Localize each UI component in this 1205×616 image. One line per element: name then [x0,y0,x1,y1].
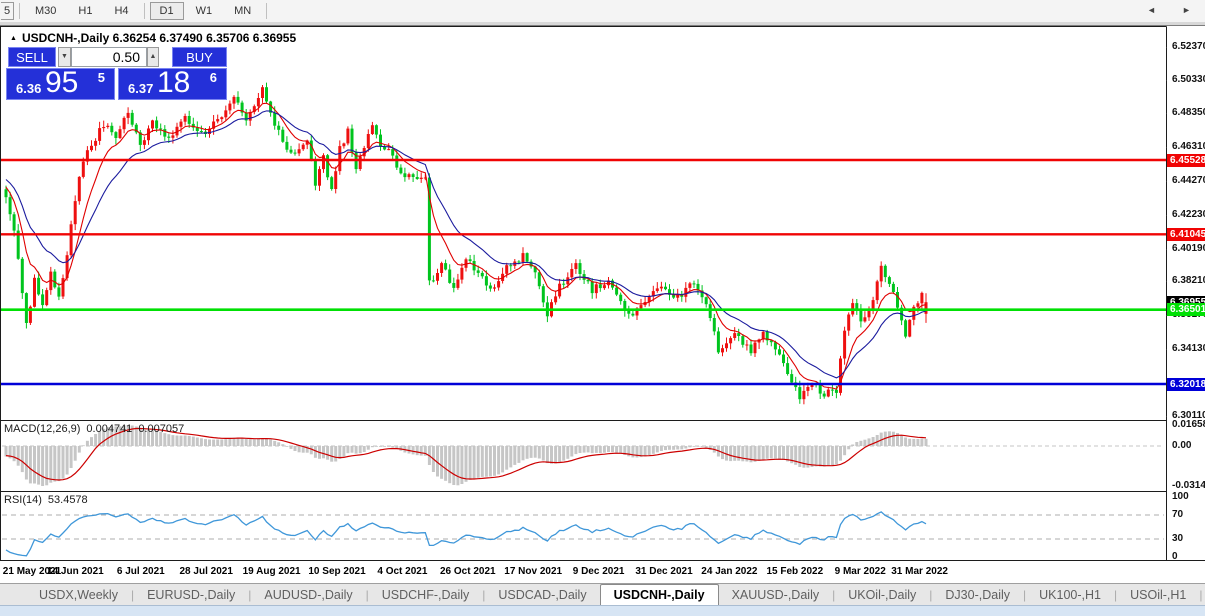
date-axis-label: 28 Jul 2021 [180,566,233,577]
price-axis-tick: 6.52370 [1172,41,1205,52]
price-axis-tick: 6.48350 [1172,107,1205,118]
date-axis-label: 10 Sep 2021 [308,566,365,577]
price-axis-tick: 6.34130 [1172,343,1205,354]
date-axis-label: 31 Dec 2021 [635,566,692,577]
trading-terminal: 5M30H1H4D1W1MN ▲USDCNH-,Daily 6.36254 6.… [0,0,1205,616]
chart-tab-usdcad-daily[interactable]: USDCAD-,Daily [485,585,599,605]
rsi-axis-tick: 0 [1172,551,1178,562]
date-axis-label: 6 Jul 2021 [117,566,165,577]
date-axis-label: 9 Mar 2022 [835,566,886,577]
buy-price-display[interactable]: 6.37 18 6 [118,68,227,100]
chart-tab-usdchf-daily[interactable]: USDCHF-,Daily [369,585,483,605]
price-axis[interactable]: 6.52370 6.50330 6.48350 6.46310 6.44270 6.422… [1167,26,1205,560]
buy-price-pips: 18 [157,66,190,100]
price-axis-tick: 6.44270 [1172,175,1205,186]
buy-price-point: 6 [210,70,217,85]
level-price-tag: 6.32018 [1167,378,1205,391]
chart-tab-eurusd-daily[interactable]: EURUSD-,Daily [134,585,248,605]
macd-axis-tick: -0.031423 [1172,480,1205,491]
price-axis-tick: 6.50330 [1172,74,1205,85]
chart-tab-xauusd-daily[interactable]: XAUUSD-,Daily [719,585,833,605]
volume-input[interactable]: 0.50 [71,47,147,67]
date-axis-label: 14 Jun 2021 [47,566,104,577]
price-axis-tick: 6.40190 [1172,243,1205,254]
rsi-axis-tick: 30 [1172,533,1183,544]
one-click-trading-panel: SELL ▼ 0.50 ▲ BUY 6.36 95 5 6.37 18 6 [6,44,228,102]
chart-ohlc-values: 6.36254 6.37490 6.35706 6.36955 [113,31,297,45]
level-price-tag: 6.45528 [1167,154,1205,167]
chart-tab-ukoil-daily[interactable]: UKOil-,Daily [835,585,929,605]
macd-axis-tick: 0.016586 [1172,419,1205,430]
date-axis-label: 4 Oct 2021 [377,566,427,577]
sell-price-pips: 95 [45,66,78,100]
date-axis[interactable]: 21 May 202114 Jun 20216 Jul 202128 Jul 2… [0,561,1205,583]
rsi-axis-tick: 70 [1172,509,1183,520]
rsi-axis-tick: 100 [1172,491,1189,502]
price-axis-tick: 6.38210 [1172,275,1205,286]
level-price-tag: 6.36501 [1167,303,1205,316]
chart-tab-usoil-h1[interactable]: USOil-,H1 [1117,585,1199,605]
macd-title: MACD(12,26,9) [4,423,80,435]
chart-tab-usdx-weekly[interactable]: USDX,Weekly [26,585,131,605]
date-axis-label: 17 Nov 2021 [504,566,562,577]
sell-price-display[interactable]: 6.36 95 5 [6,68,115,100]
buy-price-main: 6.37 [128,81,153,96]
date-axis-label: 15 Feb 2022 [766,566,823,577]
macd-value: 0.004741 [86,423,132,435]
date-axis-label: 19 Aug 2021 [243,566,301,577]
date-axis-label: 24 Jan 2022 [701,566,757,577]
macd-signal-value: 0.007057 [138,423,184,435]
tab-scroll-left-icon[interactable]: ◄ [1147,5,1156,15]
sell-price-point: 5 [98,70,105,85]
sell-button[interactable]: SELL [8,47,56,67]
rsi-indicator-header: RSI(14) 53.4578 [4,494,94,506]
level-price-tag: 6.41045 [1167,228,1205,241]
price-axis-tick: 6.46310 [1172,141,1205,152]
rsi-title: RSI(14) [4,494,42,506]
chart-tab-audusd-daily[interactable]: AUDUSD-,Daily [251,585,365,605]
macd-axis-tick: 0.00 [1172,440,1191,451]
price-axis-tick: 6.42230 [1172,209,1205,220]
buy-button[interactable]: BUY [172,47,227,67]
sell-price-main: 6.36 [16,81,41,96]
volume-increase-button[interactable]: ▲ [147,47,159,67]
volume-decrease-button[interactable]: ▼ [58,47,71,67]
chart-tab-dj30-daily[interactable]: DJ30-,Daily [932,585,1023,605]
chart-tab-bar: USDX,Weekly|EURUSD-,Daily|AUDUSD-,Daily|… [0,583,1205,605]
chart-tab-uk100-h1[interactable]: UK100-,H1 [1026,585,1114,605]
tab-scroll-right-icon[interactable]: ► [1182,5,1191,15]
date-axis-label: 26 Oct 2021 [440,566,496,577]
chart-symbol-period: USDCNH-,Daily [22,31,109,45]
date-axis-label: 31 Mar 2022 [891,566,948,577]
rsi-value: 53.4578 [48,494,88,506]
status-bar-strip [0,605,1205,616]
chart-tab-usdcnh-daily[interactable]: USDCNH-,Daily [600,584,719,605]
collapse-panel-icon[interactable]: ▲ [10,35,17,42]
date-axis-label: 9 Dec 2021 [573,566,625,577]
chart-title: ▲ USDCNH-,Daily 6.36254 6.37490 6.35706 6… [10,31,296,45]
macd-indicator-header: MACD(12,26,9) 0.004741 0.007057 [4,423,190,435]
